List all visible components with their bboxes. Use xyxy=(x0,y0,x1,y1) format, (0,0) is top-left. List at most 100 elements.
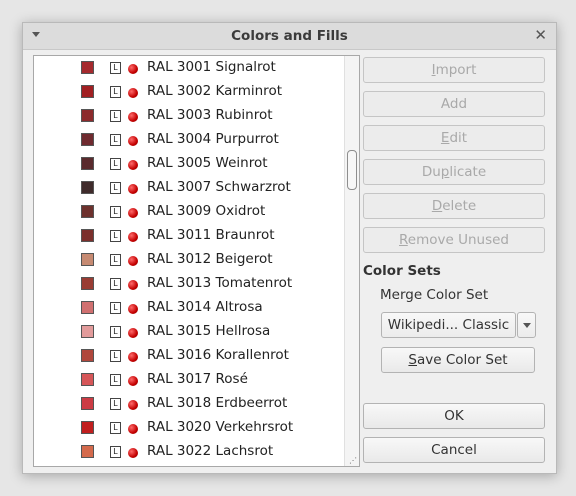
color-name: RAL 3014 Altrosa xyxy=(147,299,263,315)
color-swatch xyxy=(81,61,94,74)
scrollbar-thumb[interactable] xyxy=(347,150,357,190)
linked-color-icon: L xyxy=(110,326,121,338)
color-name: RAL 3011 Braunrot xyxy=(147,227,275,243)
spot-color-icon xyxy=(128,232,138,242)
list-item[interactable]: L RAL 3009 Oxidrot xyxy=(34,200,344,224)
color-name: RAL 3016 Korallenrot xyxy=(147,347,289,363)
list-item[interactable]: L RAL 3007 Schwarzrot xyxy=(34,176,344,200)
list-item[interactable]: L RAL 3005 Weinrot xyxy=(34,152,344,176)
color-name: RAL 3013 Tomatenrot xyxy=(147,275,293,291)
add-button[interactable]: Add xyxy=(363,91,545,117)
color-set-select[interactable]: Wikipedi... Classic xyxy=(381,312,516,338)
color-swatch xyxy=(81,181,94,194)
color-name: RAL 3020 Verkehrsrot xyxy=(147,419,294,435)
ok-button[interactable]: OK xyxy=(363,403,545,429)
linked-color-icon: L xyxy=(110,254,121,266)
spot-color-icon xyxy=(128,136,138,146)
color-swatch xyxy=(81,205,94,218)
linked-color-icon: L xyxy=(110,62,121,74)
color-name: RAL 3009 Oxidrot xyxy=(147,203,266,219)
spot-color-icon xyxy=(128,64,138,74)
color-swatch xyxy=(81,445,94,458)
color-swatch xyxy=(81,229,94,242)
list-item[interactable]: L RAL 3002 Karminrot xyxy=(34,80,344,104)
linked-color-icon: L xyxy=(110,302,121,314)
color-name: RAL 3007 Schwarzrot xyxy=(147,179,291,195)
color-name: RAL 3012 Beigerot xyxy=(147,251,273,267)
chevron-down-icon xyxy=(523,323,531,328)
linked-color-icon: L xyxy=(110,350,121,362)
color-swatch xyxy=(81,421,94,434)
list-item[interactable]: L RAL 3016 Korallenrot xyxy=(34,344,344,368)
list-item[interactable]: L RAL 3001 Signalrot xyxy=(34,56,344,80)
linked-color-icon: L xyxy=(110,230,121,242)
list-item[interactable]: L RAL 3015 Hellrosa xyxy=(34,320,344,344)
linked-color-icon: L xyxy=(110,278,121,290)
colors-and-fills-dialog: Colors and Fills ✕ L RAL 3001 Signalrot L R… xyxy=(22,22,557,474)
save-color-set-button[interactable]: Save Color Set xyxy=(381,347,535,373)
spot-color-icon xyxy=(128,256,138,266)
spot-color-icon xyxy=(128,208,138,218)
color-swatch xyxy=(81,85,94,98)
spot-color-icon xyxy=(128,424,138,434)
color-swatch xyxy=(81,253,94,266)
color-set-dropdown-button[interactable] xyxy=(517,312,536,338)
color-list[interactable]: L RAL 3001 Signalrot L RAL 3002 Karminrot L R… xyxy=(33,55,360,467)
list-item[interactable]: L RAL 3018 Erdbeerrot xyxy=(34,392,344,416)
spot-color-icon xyxy=(128,352,138,362)
color-swatch xyxy=(81,373,94,386)
list-item[interactable]: L RAL 3020 Verkehrsrot xyxy=(34,416,344,440)
color-swatch xyxy=(81,325,94,338)
delete-button[interactable]: Delete xyxy=(363,193,545,219)
vertical-scrollbar[interactable] xyxy=(344,56,359,466)
linked-color-icon: L xyxy=(110,374,121,386)
title-bar: Colors and Fills ✕ xyxy=(23,23,556,50)
linked-color-icon: L xyxy=(110,446,121,458)
linked-color-icon: L xyxy=(110,86,121,98)
spot-color-icon xyxy=(128,376,138,386)
list-item[interactable]: L RAL 3014 Altrosa xyxy=(34,296,344,320)
list-item[interactable]: L RAL 3013 Tomatenrot xyxy=(34,272,344,296)
spot-color-icon xyxy=(128,280,138,290)
list-item[interactable]: L RAL 3012 Beigerot xyxy=(34,248,344,272)
color-swatch xyxy=(81,157,94,170)
list-item[interactable]: L RAL 3017 Rosé xyxy=(34,368,344,392)
color-swatch xyxy=(81,109,94,122)
linked-color-icon: L xyxy=(110,206,121,218)
color-swatch xyxy=(81,277,94,290)
merge-color-set-label: Merge Color Set xyxy=(380,287,489,303)
list-item[interactable]: L RAL 3022 Lachsrot xyxy=(34,440,344,464)
spot-color-icon xyxy=(128,448,138,458)
remove-unused-button[interactable]: Remove Unused xyxy=(363,227,545,253)
spot-color-icon xyxy=(128,112,138,122)
color-name: RAL 3002 Karminrot xyxy=(147,83,282,99)
spot-color-icon xyxy=(128,400,138,410)
spot-color-icon xyxy=(128,160,138,170)
color-sets-heading: Color Sets xyxy=(363,263,441,279)
spot-color-icon xyxy=(128,88,138,98)
edit-button[interactable]: Edit xyxy=(363,125,545,151)
color-swatch xyxy=(81,301,94,314)
duplicate-button[interactable]: Duplicate xyxy=(363,159,545,185)
color-name: RAL 3005 Weinrot xyxy=(147,155,268,171)
color-swatch xyxy=(81,397,94,410)
spot-color-icon xyxy=(128,184,138,194)
linked-color-icon: L xyxy=(110,134,121,146)
list-item[interactable]: L RAL 3004 Purpurrot xyxy=(34,128,344,152)
close-icon[interactable]: ✕ xyxy=(534,26,547,44)
import-button[interactable]: Import xyxy=(363,57,545,83)
list-item[interactable]: L RAL 3003 Rubinrot xyxy=(34,104,344,128)
spot-color-icon xyxy=(128,304,138,314)
spot-color-icon xyxy=(128,328,138,338)
color-name: RAL 3004 Purpurrot xyxy=(147,131,279,147)
color-name: RAL 3017 Rosé xyxy=(147,371,248,387)
cancel-button[interactable]: Cancel xyxy=(363,437,545,463)
list-item[interactable]: L RAL 3011 Braunrot xyxy=(34,224,344,248)
color-name: RAL 3018 Erdbeerrot xyxy=(147,395,288,411)
linked-color-icon: L xyxy=(110,182,121,194)
color-name: RAL 3015 Hellrosa xyxy=(147,323,271,339)
linked-color-icon: L xyxy=(110,158,121,170)
color-name: RAL 3001 Signalrot xyxy=(147,59,276,75)
linked-color-icon: L xyxy=(110,110,121,122)
color-name: RAL 3022 Lachsrot xyxy=(147,443,274,459)
